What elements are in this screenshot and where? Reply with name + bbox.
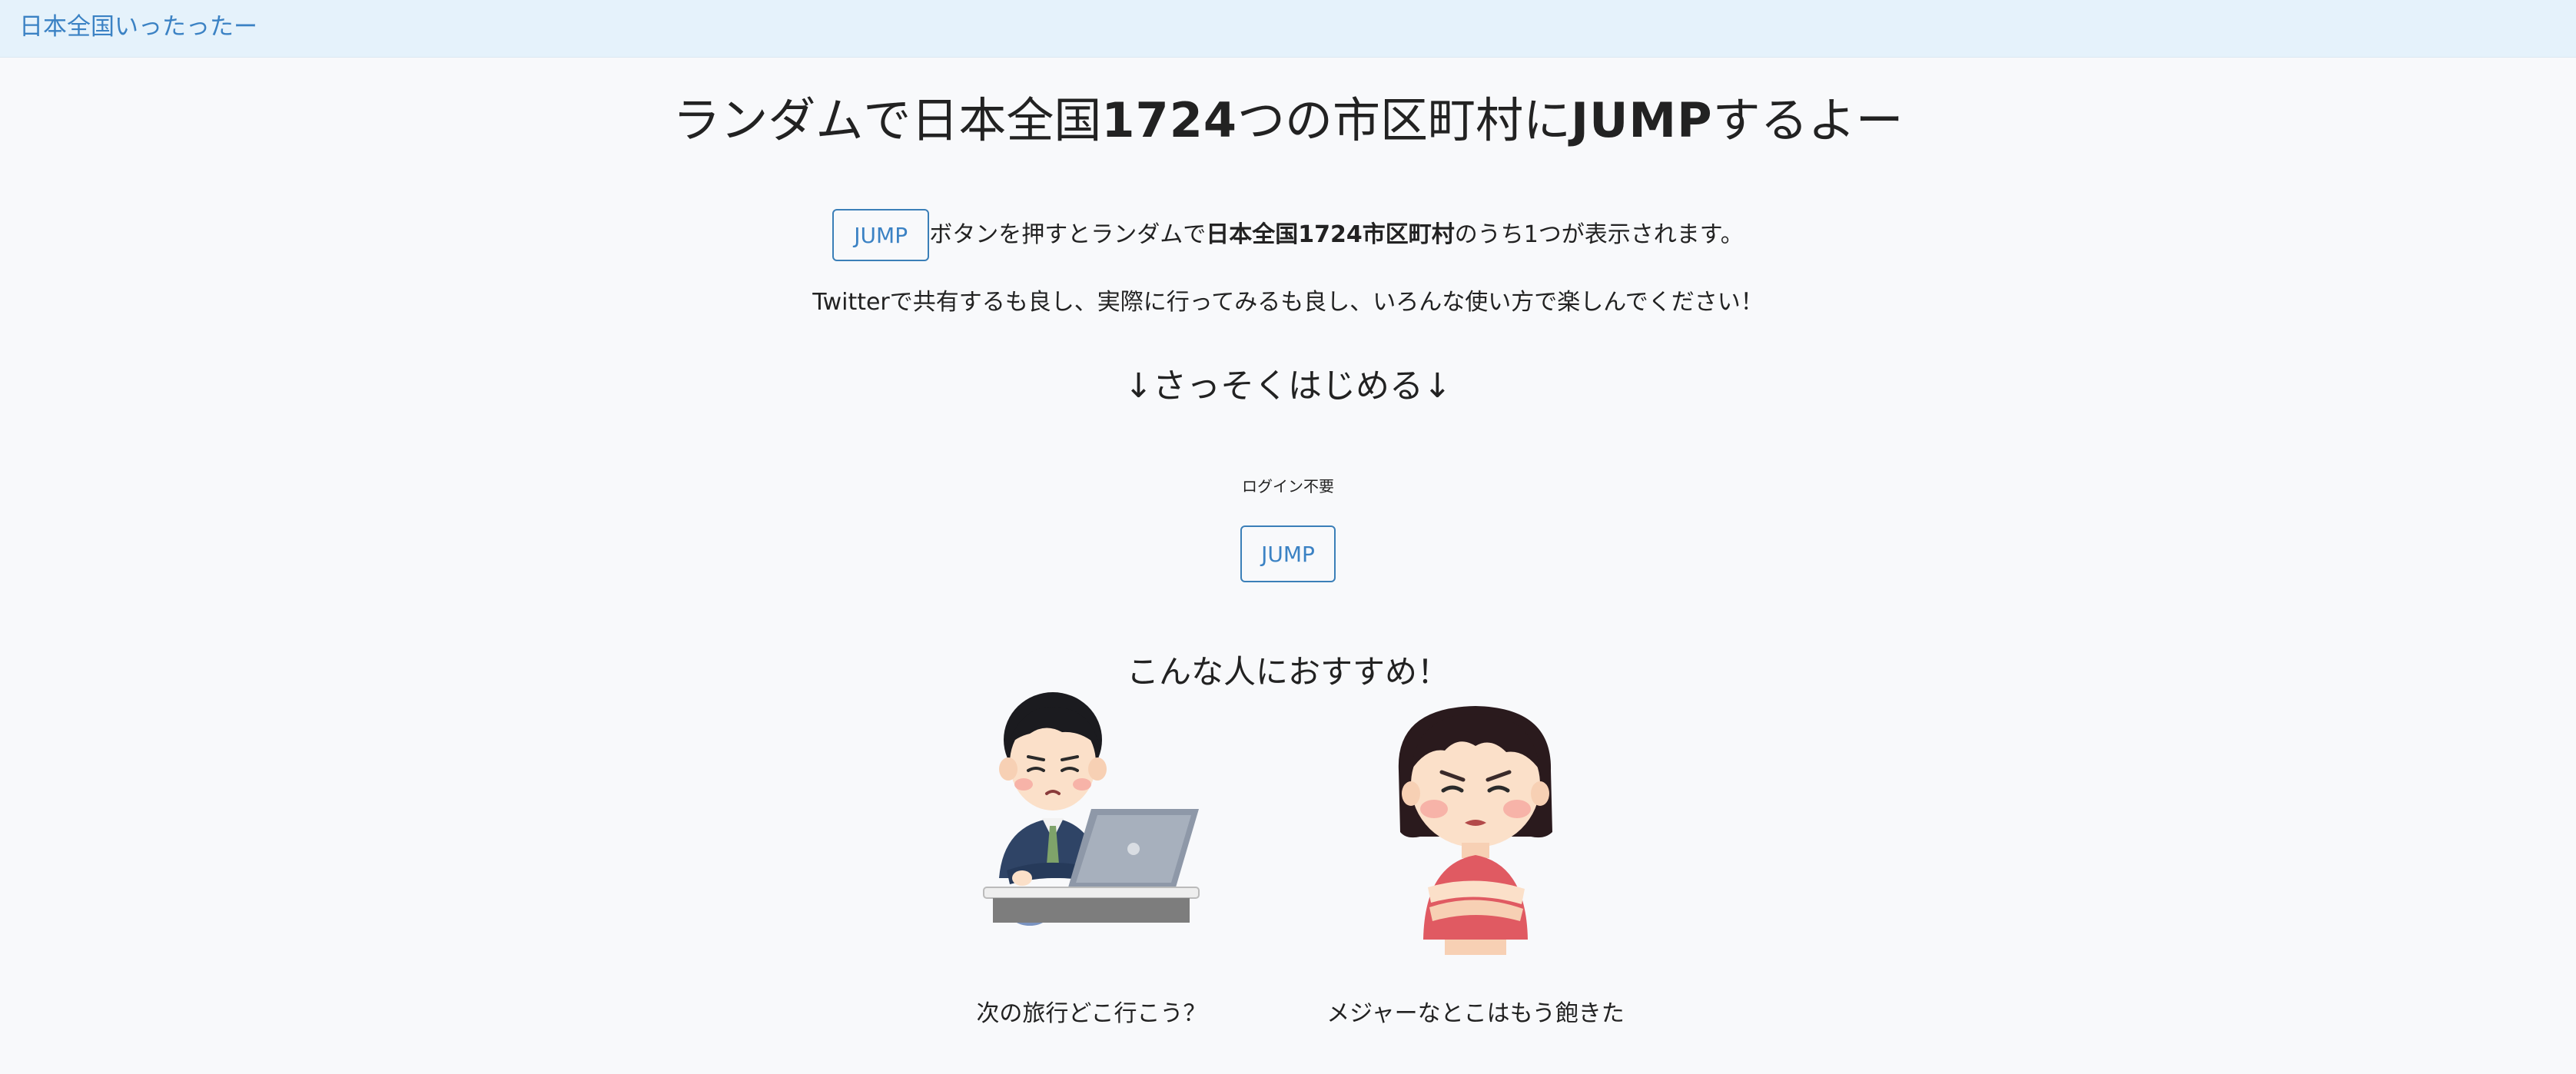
page-headline: ランダムで日本全国1724つの市区町村にJUMPするよー — [0, 90, 2576, 151]
headline-count: 1724 — [1101, 92, 1237, 148]
recommend-heading: こんな人におすすめ！ — [1126, 653, 1449, 691]
persona-caption-1: 次の旅行どこ行こう？ — [976, 1000, 1207, 1027]
headline-jump: JUMP — [1571, 92, 1713, 148]
top-navbar: 日本全国いったったー — [0, 0, 2576, 58]
jump-button[interactable]: JUMP — [1240, 525, 1336, 582]
persona-card-traveler: 次の旅行どこ行こう？ — [930, 686, 1253, 1027]
usage-text: Twitterで共有するも良し、実際に行ってみるも良し、いろんな使い方で楽しんで… — [812, 289, 1764, 316]
no-login-note: ログイン不要 — [1242, 477, 1334, 496]
headline-text-1: ランダムで日本全国 — [672, 92, 1102, 148]
inline-jump-button[interactable]: JUMP — [832, 209, 930, 261]
girl-arms-crossed-illustration — [1398, 706, 1552, 955]
start-heading: ↓さっそくはじめる↓ — [1124, 366, 1452, 406]
intro-text-2: のうち1つが表示されます。 — [1454, 221, 1744, 248]
headline-text-2: つの市区町村に — [1237, 92, 1571, 148]
intro-bold-text: 日本全国1724市区町村 — [1206, 221, 1455, 248]
intro-paragraph: JUMP ボタンを押すとランダムで 日本全国1724市区町村 のうち1つが表示されます… — [0, 208, 2576, 262]
brand-link[interactable]: 日本全国いったったー — [19, 11, 257, 43]
businessman-laptop-illustration — [983, 692, 1200, 926]
intro-text-1: ボタンを押すとランダムで — [929, 221, 1207, 248]
headline-text-3: するよー — [1712, 92, 1904, 148]
jump-button-wrap: JUMP — [0, 525, 2576, 582]
persona-card-bored: メジャーなとこはもう飽きた — [1314, 686, 1637, 1027]
persona-caption-2: メジャーなとこはもう飽きた — [1326, 1000, 1625, 1027]
